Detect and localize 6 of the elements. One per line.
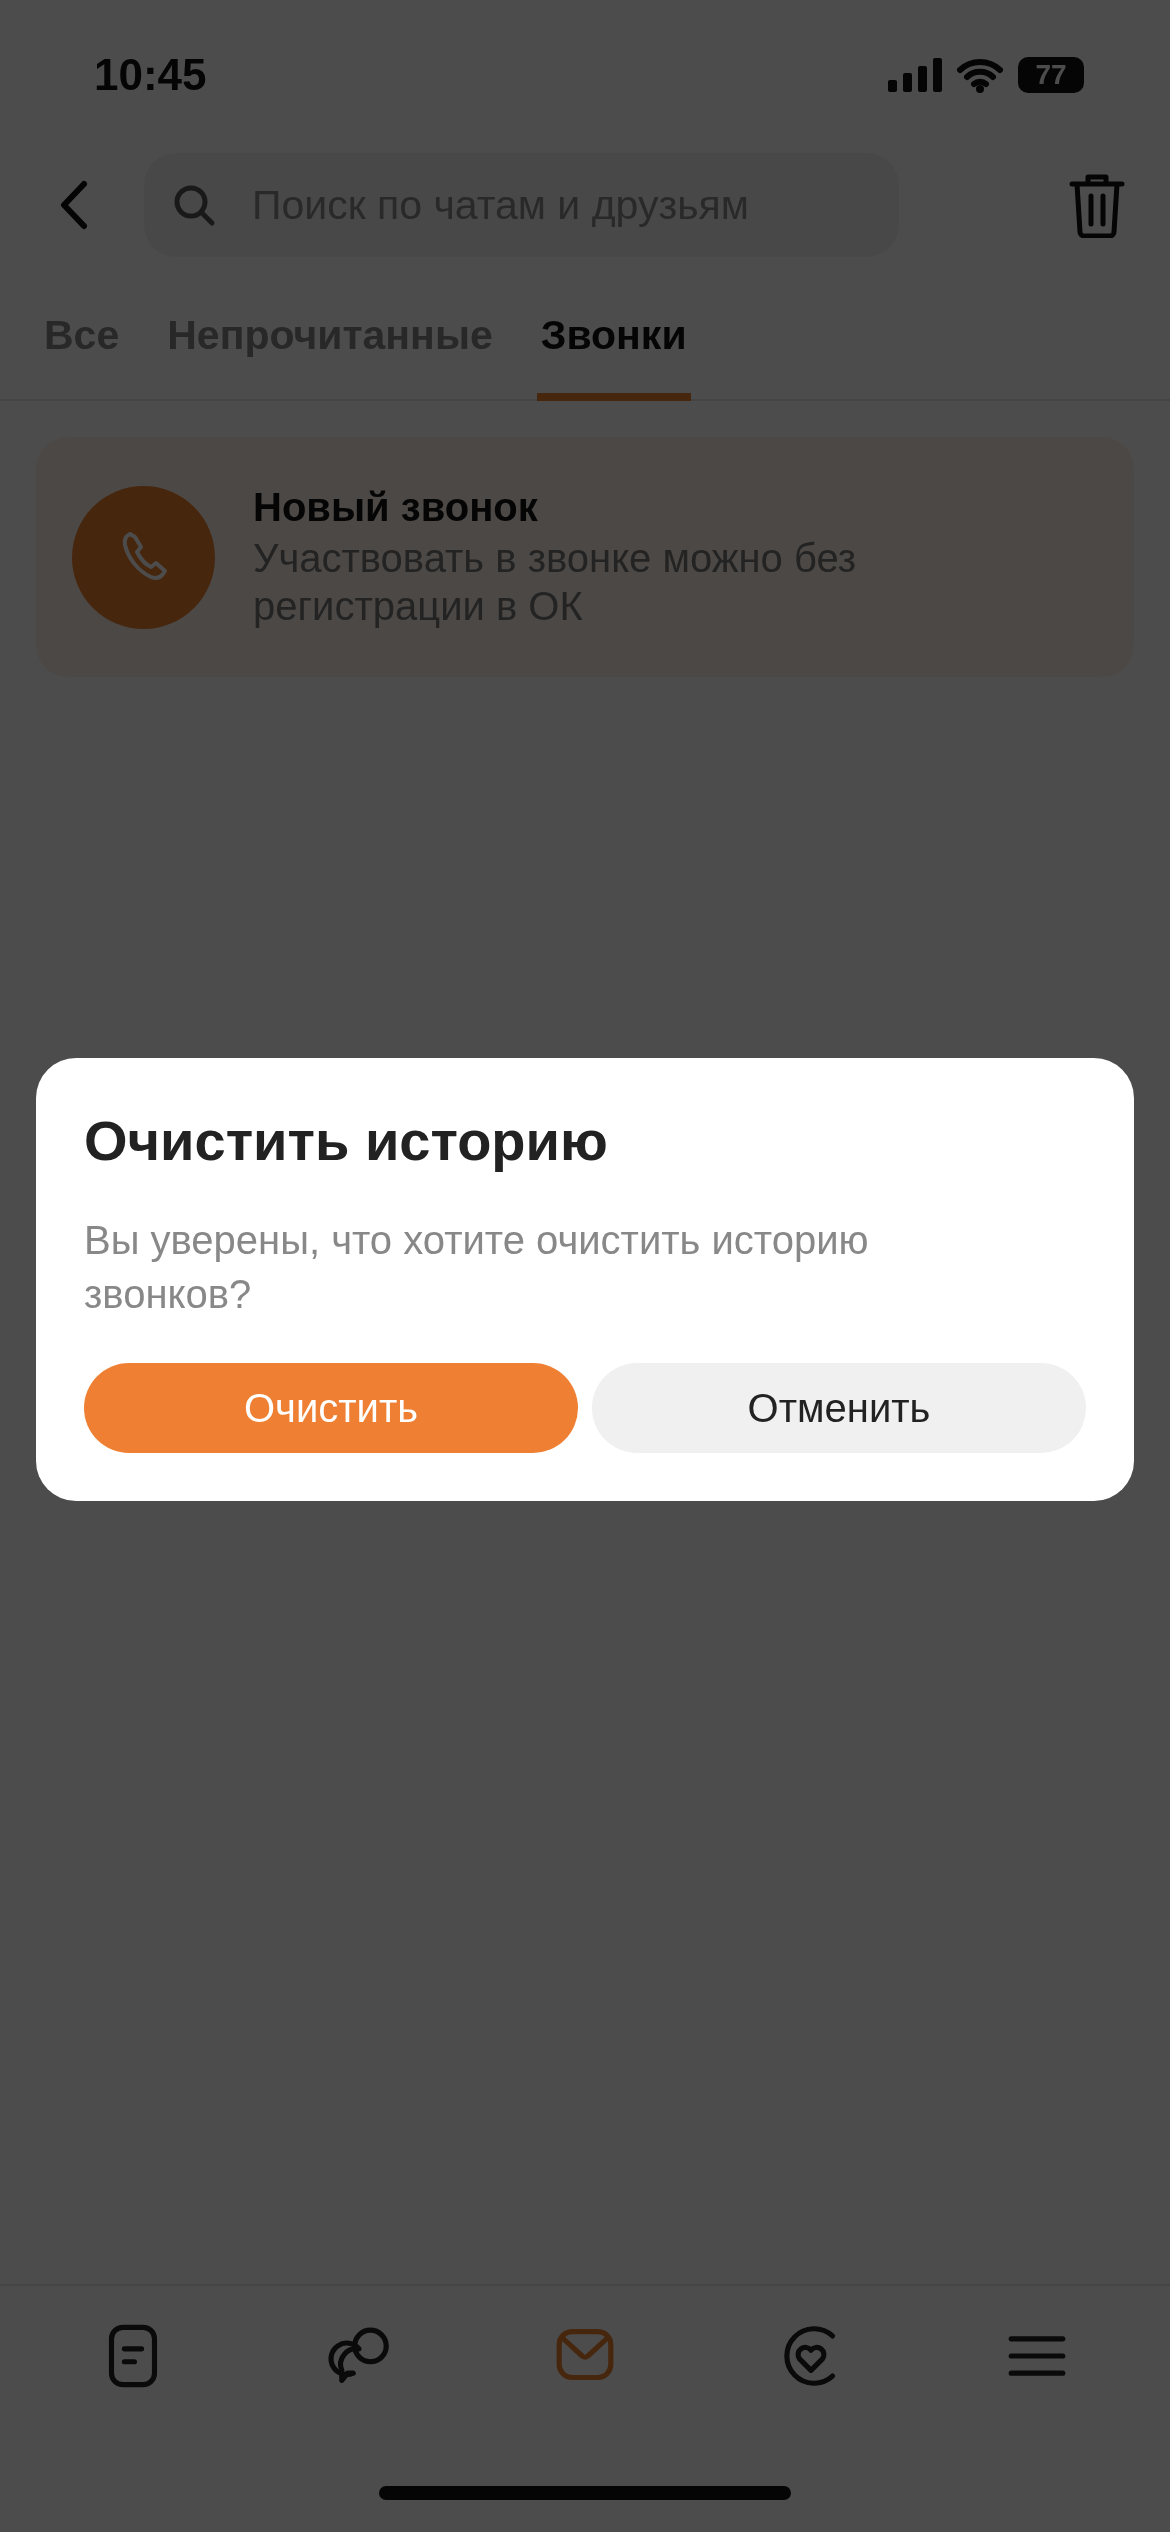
status-time: 10:45 xyxy=(94,50,207,100)
confirm-button[interactable]: Очистить xyxy=(84,1363,578,1453)
dialog-title: Очистить историю xyxy=(84,1108,609,1173)
card-title: Новый звонок xyxy=(253,484,539,530)
dialog-message: Вы уверены, что хотите очистить историю звонков? xyxy=(84,1217,870,1318)
cancel-button[interactable]: Отменить xyxy=(592,1363,1086,1453)
